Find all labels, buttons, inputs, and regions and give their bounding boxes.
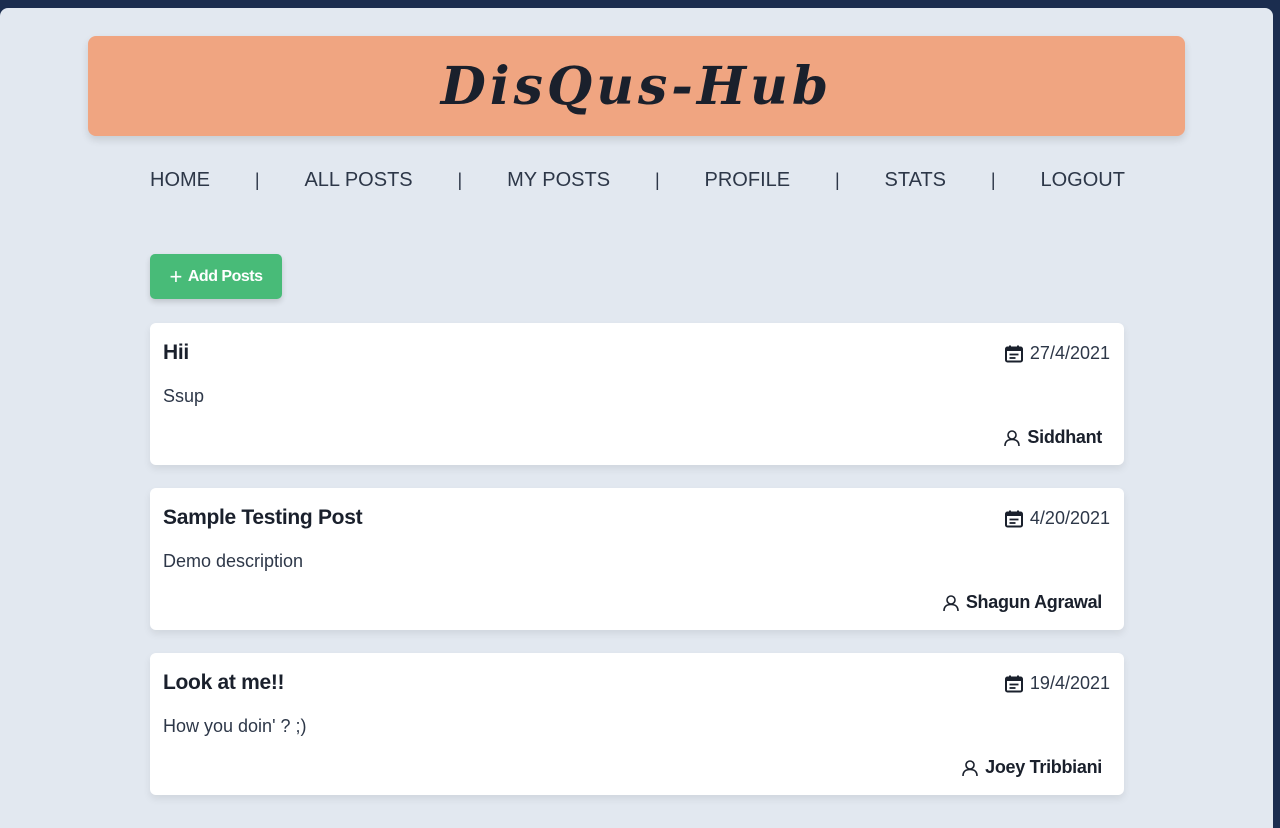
post-list: Hii 27/4/2021 Ssup Siddhant Sample Testi… [150, 323, 1124, 818]
nav-home[interactable]: HOME [150, 169, 210, 192]
post-author-name: Siddhant [1027, 427, 1102, 447]
post-author: Siddhant [1003, 427, 1102, 448]
nav-separator: | [990, 169, 996, 190]
post-description: Ssup [163, 386, 205, 406]
calendar-icon [1004, 675, 1023, 692]
nav-profile[interactable]: PROFILE [705, 169, 791, 192]
post-date-text: 4/20/2021 [1029, 508, 1110, 528]
nav-logout[interactable]: LOGOUT [1040, 169, 1124, 192]
post-date: 27/4/2021 [1004, 343, 1110, 364]
post-description: How you doin' ? ;) [163, 716, 307, 736]
brand-title: DisQus-Hub [440, 55, 833, 117]
post-card[interactable]: Sample Testing Post 4/20/2021 Demo descr… [150, 488, 1124, 630]
post-title: Sample Testing Post [163, 506, 363, 529]
post-card[interactable]: Look at me!! 19/4/2021 How you doin' ? ;… [150, 653, 1124, 795]
post-date: 4/20/2021 [1004, 508, 1110, 529]
post-date-text: 19/4/2021 [1029, 673, 1110, 693]
post-date-text: 27/4/2021 [1029, 343, 1110, 363]
nav-separator: | [834, 169, 840, 190]
post-author: Joey Tribbiani [961, 757, 1102, 778]
main-nav: HOME | ALL POSTS | MY POSTS | PROFILE | … [150, 166, 1125, 194]
user-icon [962, 759, 978, 776]
nav-my-posts[interactable]: MY POSTS [507, 169, 610, 192]
post-title: Hii [163, 341, 189, 364]
plus-icon: + [169, 263, 183, 289]
post-author-name: Joey Tribbiani [985, 757, 1102, 777]
app-window: DisQus-Hub HOME | ALL POSTS | MY POSTS |… [0, 8, 1273, 828]
add-posts-label: Add Posts [187, 267, 263, 285]
user-icon [943, 594, 959, 611]
nav-separator: | [654, 169, 660, 190]
calendar-icon [1004, 510, 1023, 527]
post-date: 19/4/2021 [1004, 673, 1110, 694]
post-card[interactable]: Hii 27/4/2021 Ssup Siddhant [150, 323, 1124, 465]
nav-separator: | [254, 169, 260, 190]
post-description: Demo description [163, 551, 304, 571]
calendar-icon [1004, 345, 1023, 362]
nav-stats[interactable]: STATS [885, 169, 946, 192]
add-posts-button[interactable]: + Add Posts [150, 254, 282, 299]
site-header: DisQus-Hub [88, 36, 1185, 136]
user-icon [1004, 429, 1021, 446]
post-author: Shagun Agrawal [942, 592, 1102, 613]
post-author-name: Shagun Agrawal [965, 592, 1102, 612]
post-title: Look at me!! [163, 671, 285, 694]
nav-all-posts[interactable]: ALL POSTS [304, 169, 412, 192]
nav-separator: | [457, 169, 463, 190]
